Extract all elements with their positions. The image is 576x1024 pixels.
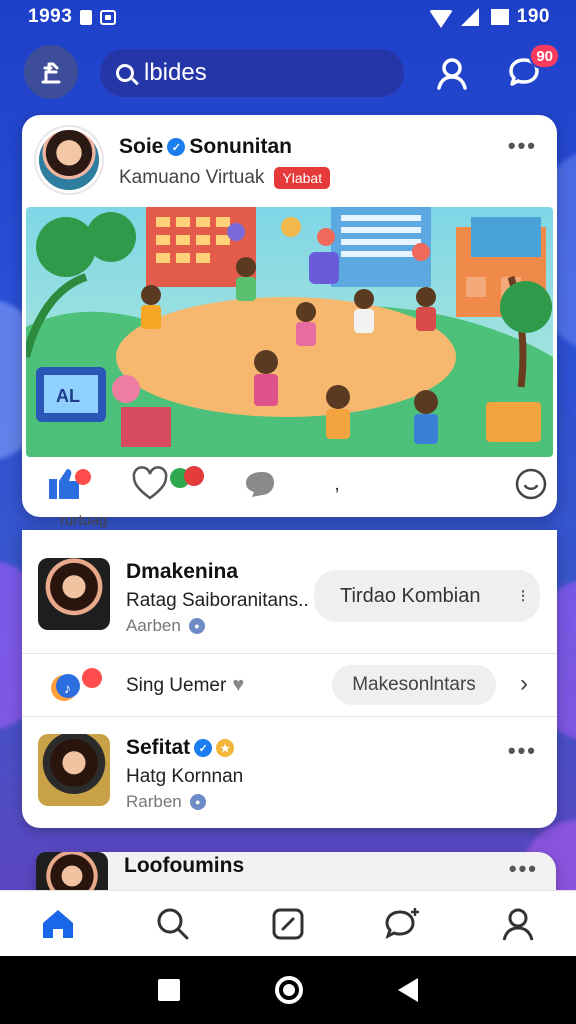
- post-more-button[interactable]: •••: [508, 133, 537, 159]
- battery-icon: [490, 9, 509, 25]
- kebab-icon[interactable]: ⁝: [520, 586, 526, 607]
- nav-profile[interactable]: [488, 894, 548, 954]
- search-input[interactable]: lbides: [144, 59, 207, 87]
- like-button[interactable]: [42, 465, 94, 503]
- person-icon: [437, 58, 467, 90]
- author-name[interactable]: Soie ✓ Sonunitan: [119, 135, 292, 159]
- search-icon: [116, 64, 134, 82]
- friend-name[interactable]: Sefitat ✓ ★: [126, 736, 235, 760]
- author-subtitle: Kamuano Virtuak Ylabat: [119, 167, 331, 189]
- emoji-react-button[interactable]: [512, 465, 550, 503]
- heart-icon: ♥: [232, 674, 245, 696]
- friend-subtitle: Ratag Saiboranitans..: [126, 590, 309, 611]
- smiley-icon: [515, 468, 547, 500]
- live-tag: Ylabat: [274, 167, 331, 189]
- group-name[interactable]: Sing Uemer ♥: [126, 674, 244, 697]
- home-system-button[interactable]: [274, 976, 303, 1004]
- friend-name[interactable]: Loofoumins: [124, 854, 244, 878]
- edit-icon: [272, 908, 304, 939]
- thumbs-up-icon: [49, 469, 91, 499]
- back-button[interactable]: [398, 978, 419, 1002]
- location-icon: ●: [188, 618, 205, 634]
- home-icon: [42, 909, 73, 938]
- post-illustration[interactable]: AL: [26, 207, 553, 457]
- friend-meta: Aarben ●: [126, 616, 205, 636]
- sim-icon: [80, 9, 93, 25]
- search-icon: [157, 908, 189, 939]
- nav-create[interactable]: [258, 894, 318, 954]
- post-caption: rurtuag: [60, 512, 108, 529]
- notification-icon: [100, 9, 117, 25]
- chat-bubble-icon: [385, 907, 420, 939]
- bottom-navigation: [0, 890, 576, 956]
- nav-home[interactable]: [28, 894, 88, 954]
- friend-more-button[interactable]: •••: [509, 856, 538, 882]
- friend-avatar[interactable]: [38, 558, 110, 630]
- search-bar[interactable]: lbides: [100, 49, 404, 97]
- app-logo-button[interactable]: [24, 45, 78, 99]
- friend-avatar[interactable]: [38, 734, 110, 806]
- messages-button[interactable]: 90: [504, 43, 560, 93]
- profile-button[interactable]: [432, 53, 472, 93]
- nav-search[interactable]: [143, 894, 203, 954]
- react-love-button[interactable]: [132, 465, 218, 503]
- author-avatar[interactable]: [36, 127, 102, 193]
- group-action-button[interactable]: Makesonlntars: [332, 665, 496, 705]
- share-button[interactable]: ,: [327, 465, 347, 503]
- notification-badge: 90: [529, 43, 560, 69]
- friend-subtitle: Hatg Kornnan: [126, 766, 244, 787]
- comment-bubble-icon: [246, 472, 274, 497]
- friend-list-card: Dmakenina Ratag Saiboranitans.. Aarben ●…: [22, 530, 557, 828]
- chevron-right-icon[interactable]: ›: [520, 670, 528, 698]
- verified-icon: ✓: [167, 138, 186, 156]
- verified-icon: ✓: [194, 739, 213, 757]
- status-time: 1993: [28, 6, 73, 27]
- divider: [22, 716, 557, 717]
- comment-button[interactable]: [240, 465, 280, 503]
- friend-more-button[interactable]: •••: [508, 738, 537, 764]
- heart-icon: [132, 466, 204, 500]
- divider: [22, 653, 557, 654]
- wifi-icon: [428, 10, 453, 28]
- reaction-bar: ,: [42, 465, 547, 505]
- friend-action-button[interactable]: Tirdao Kombian ⁝: [314, 570, 540, 622]
- recents-button[interactable]: [157, 979, 180, 1001]
- screen-label: AL: [56, 386, 80, 406]
- signal-icon: [460, 8, 479, 26]
- system-navigation-bar: [0, 956, 576, 1024]
- status-bar: 1993 190: [0, 0, 576, 34]
- location-icon: ●: [189, 794, 206, 810]
- post-card: Soie ✓ Sonunitan Kamuano Virtuak Ylabat …: [22, 115, 557, 517]
- nav-messages[interactable]: [373, 894, 433, 954]
- lamp-icon: [41, 62, 61, 84]
- friend-meta: Rarben ●: [126, 792, 206, 812]
- friend-name[interactable]: Dmakenina: [126, 560, 238, 584]
- top-app-bar: lbides 90: [24, 43, 560, 101]
- battery-level: 190: [516, 6, 550, 27]
- svg-text:♪: ♪: [64, 680, 71, 696]
- person-icon: [502, 908, 534, 940]
- group-icon: ♪: [46, 666, 108, 711]
- star-badge-icon: ★: [216, 739, 235, 757]
